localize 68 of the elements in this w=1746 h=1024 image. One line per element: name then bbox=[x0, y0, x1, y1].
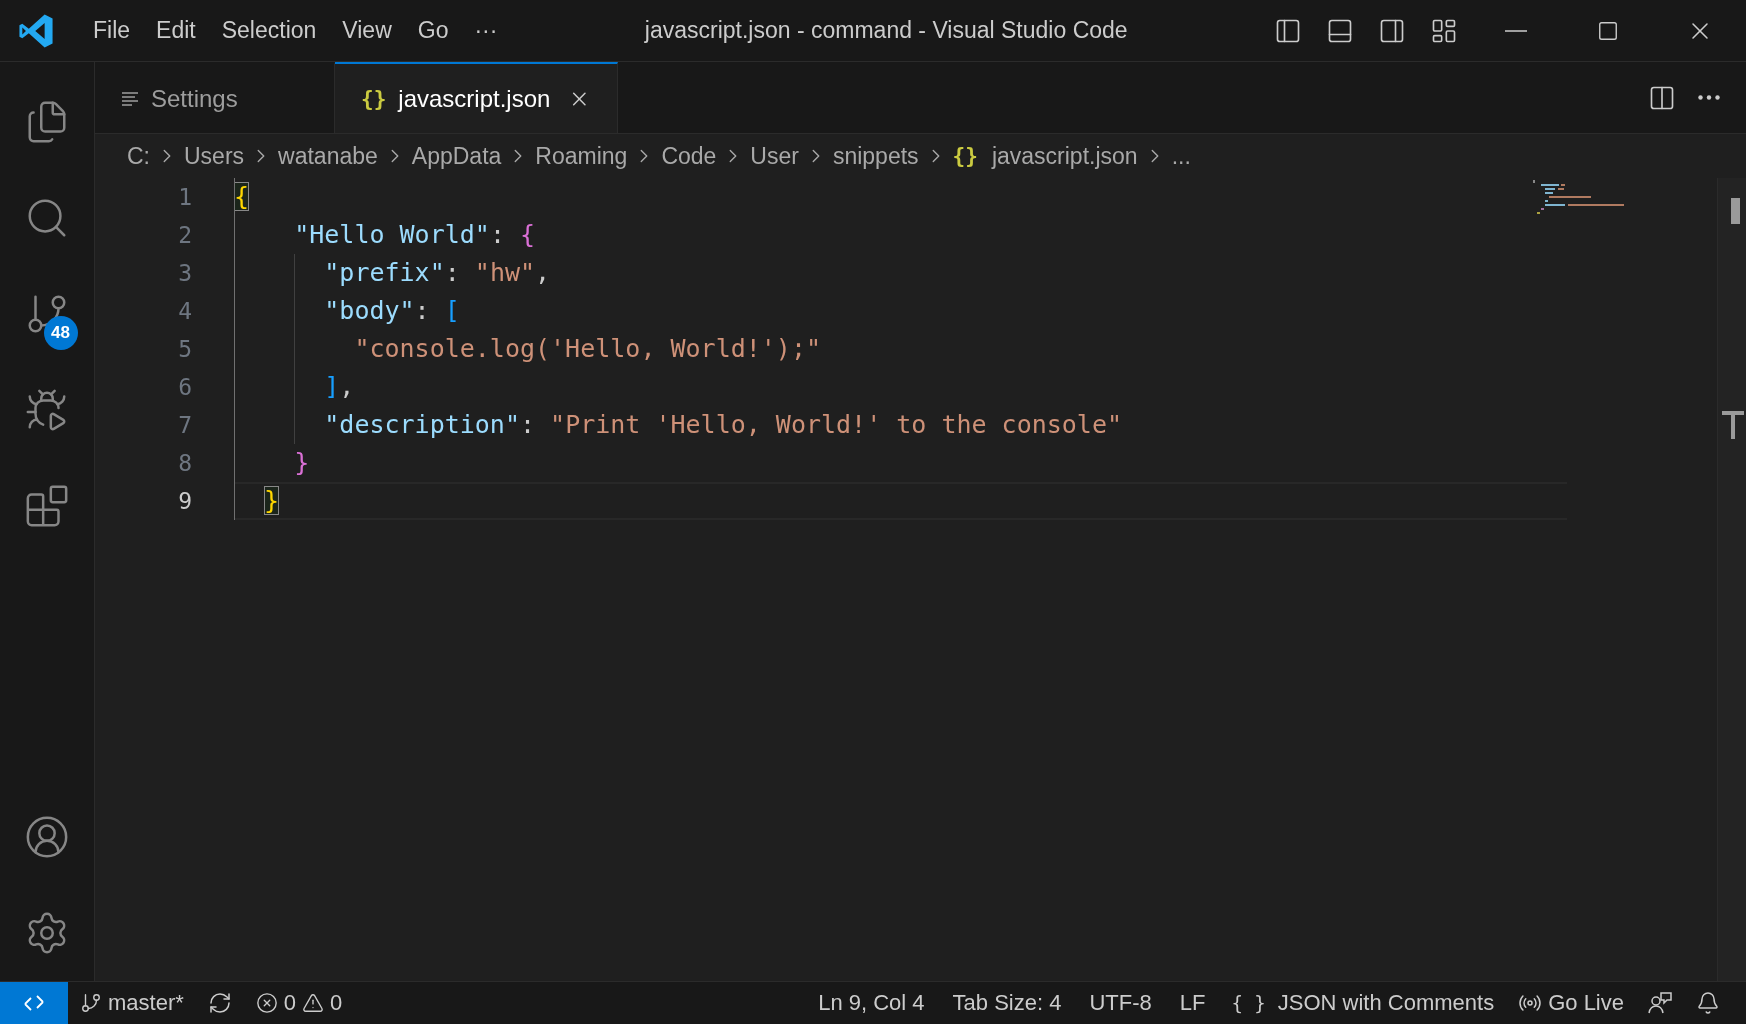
branch-status[interactable]: master* bbox=[68, 990, 196, 1016]
breadcrumb-item[interactable]: AppData bbox=[411, 142, 502, 170]
maximize-icon bbox=[1597, 19, 1619, 42]
breadcrumb-item[interactable]: User bbox=[750, 142, 799, 170]
breadcrumb-item[interactable]: Code bbox=[661, 142, 717, 170]
menu-item[interactable]: Edit bbox=[143, 11, 209, 50]
warning-icon bbox=[302, 992, 325, 1014]
minimize-icon bbox=[1505, 29, 1527, 32]
breadcrumb-item[interactable]: watanabe bbox=[278, 142, 378, 170]
status-item[interactable]: LF bbox=[1165, 990, 1220, 1016]
breadcrumb-item[interactable]: ... bbox=[1171, 142, 1191, 170]
scroll-thumb[interactable] bbox=[1731, 198, 1740, 224]
scrollbar[interactable] bbox=[1717, 178, 1746, 981]
branch-icon bbox=[80, 992, 102, 1014]
app-logo bbox=[18, 12, 54, 49]
status-item[interactable]: UTF-8 bbox=[1075, 990, 1166, 1016]
bell-icon bbox=[1696, 991, 1720, 1015]
go-live-button[interactable]: Go Live bbox=[1506, 990, 1636, 1016]
code-line: "body": [ bbox=[323, 295, 461, 327]
account-icon bbox=[24, 814, 70, 860]
menu-item[interactable]: ··· bbox=[461, 11, 511, 50]
breadcrumb-item[interactable]: Users bbox=[184, 142, 245, 170]
breadcrumb-item[interactable]: snippets bbox=[832, 142, 919, 170]
overview-marker-icon bbox=[1720, 411, 1746, 439]
lines-icon bbox=[121, 90, 139, 107]
breadcrumb-item[interactable]: C: bbox=[127, 142, 150, 170]
language-name: JSON with Comments bbox=[1277, 990, 1495, 1016]
branch-button[interactable]: 48 bbox=[0, 266, 95, 362]
menu-item[interactable]: Selection bbox=[208, 11, 330, 50]
person-speech-icon bbox=[1648, 991, 1672, 1015]
menu-item[interactable]: File bbox=[80, 11, 144, 50]
line-number: 6 bbox=[178, 373, 192, 402]
line-number: 9 bbox=[178, 487, 192, 516]
error-count: 0 bbox=[283, 990, 297, 1016]
code-line: ], bbox=[323, 371, 356, 403]
count-badge: 48 bbox=[43, 316, 78, 350]
line-number: 5 bbox=[178, 335, 192, 364]
breadcrumb-item[interactable]: Roaming bbox=[535, 142, 628, 170]
line-number: 7 bbox=[178, 411, 192, 440]
code-line: } bbox=[293, 447, 311, 479]
warning-count: 0 bbox=[330, 990, 343, 1016]
braces-icon: { } bbox=[1231, 992, 1266, 1014]
status-item[interactable]: Ln 9, Col 4 bbox=[804, 990, 939, 1016]
line-number: 1 bbox=[178, 183, 192, 212]
go-live-label: Go Live bbox=[1548, 990, 1624, 1016]
breadcrumb-item[interactable]: {} javascript.json bbox=[952, 142, 1138, 170]
ellipsis-icon bbox=[1698, 95, 1720, 100]
line-number: 3 bbox=[178, 259, 192, 288]
menu-item[interactable]: Go bbox=[404, 11, 462, 50]
window-title: javascript.json - command - Visual Studio Code bbox=[643, 17, 1129, 44]
line-number: 4 bbox=[178, 297, 192, 326]
code-line: } bbox=[234, 482, 1567, 520]
status-item[interactable]: Tab Size: 4 bbox=[938, 990, 1076, 1016]
line-number: 2 bbox=[178, 221, 192, 250]
sync-icon bbox=[207, 991, 232, 1015]
code-line: "description": "Print 'Hello, World!' to the console" bbox=[323, 409, 1124, 441]
menu-item[interactable]: View bbox=[329, 11, 405, 50]
language-status[interactable]: { } JSON with Comments bbox=[1219, 990, 1507, 1016]
branch-name: master* bbox=[108, 990, 184, 1016]
error-icon bbox=[255, 992, 278, 1014]
code-line: "console.log('Hello, World!');" bbox=[353, 333, 822, 365]
blocks-icon bbox=[24, 483, 70, 529]
code-line: "prefix": "hw", bbox=[323, 257, 552, 289]
line-number: 8 bbox=[178, 449, 192, 478]
problems-status[interactable]: 0 0 bbox=[243, 990, 355, 1016]
remote-button[interactable] bbox=[0, 982, 68, 1024]
editor-tab[interactable]: {} javascript.json bbox=[335, 62, 618, 133]
code-line: "Hello World": { bbox=[293, 219, 537, 251]
